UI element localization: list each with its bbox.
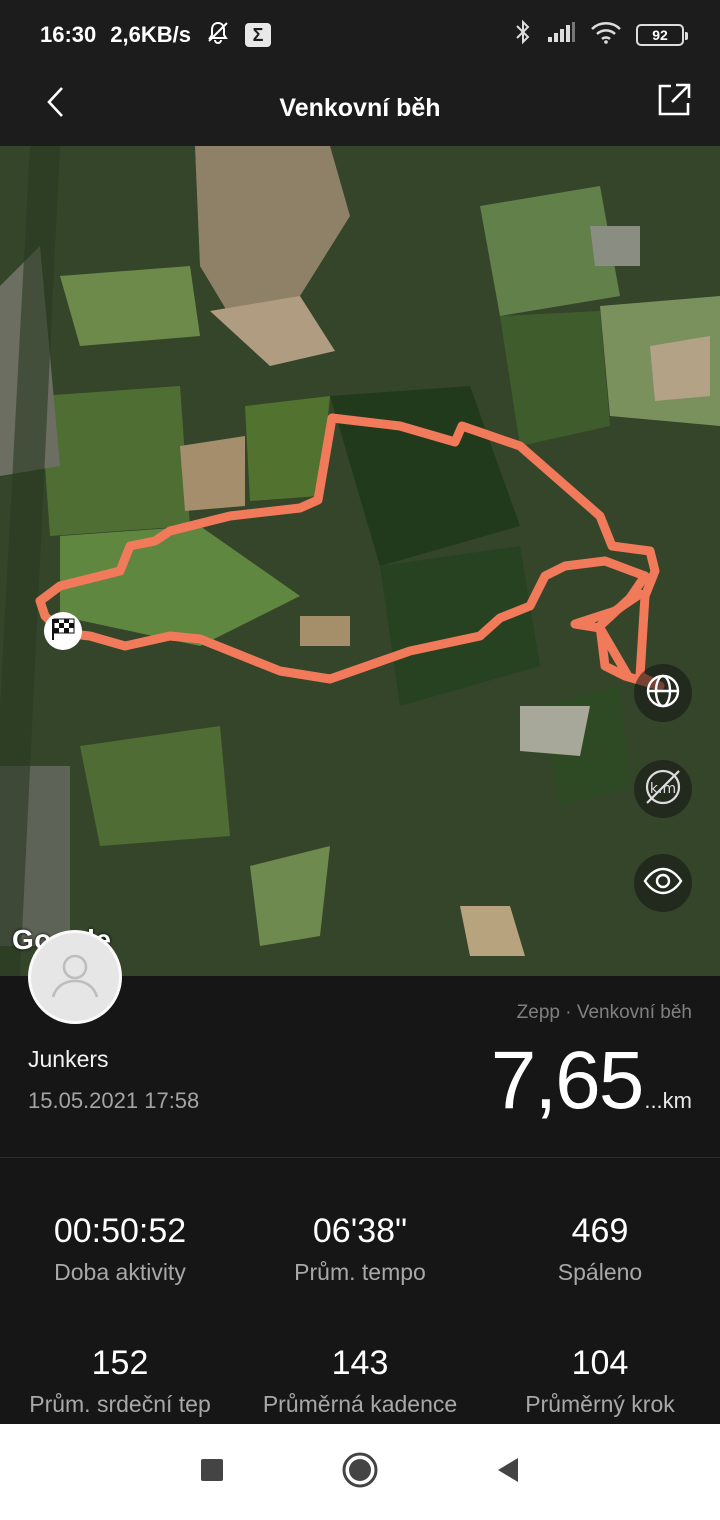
nav-back-button[interactable] — [482, 1446, 534, 1498]
view-toggle-button[interactable] — [634, 854, 692, 912]
stat-label: Prům. srdeční tep — [29, 1391, 211, 1417]
stat-label: Prům. tempo — [294, 1259, 426, 1285]
network-speed: 2,6KB/s — [110, 22, 191, 47]
recents-button[interactable] — [186, 1446, 238, 1498]
stat-label: Průměrná kadence — [262, 1391, 458, 1417]
map-type-button[interactable] — [634, 664, 692, 722]
stat-cadence: 143 Průměrná kadence — [240, 1344, 480, 1418]
stat-label: Spáleno — [557, 1259, 643, 1285]
stat-calories: 469 Spáleno — [480, 1212, 720, 1286]
distance-value: 7,65 — [490, 1035, 645, 1126]
square-icon — [200, 1458, 224, 1487]
stat-value: 143 — [331, 1344, 389, 1382]
checkered-flag-icon — [50, 617, 76, 646]
stats-grid: 00:50:52 Doba aktivity 06'38" Prům. temp… — [0, 1158, 720, 1424]
svg-text:k.m: k.m — [650, 781, 676, 797]
status-bar: 16:30 2,6KB/s Σ 92 — [0, 0, 720, 70]
eye-icon — [642, 866, 684, 901]
sigma-app-icon: Σ — [245, 23, 271, 47]
triangle-back-icon — [496, 1457, 520, 1488]
bell-muted-icon — [205, 19, 231, 51]
stat-heart-rate: 152 Prům. srdeční tep — [0, 1344, 240, 1418]
app-bar: Venkovní běh — [0, 70, 720, 146]
user-placeholder-icon — [45, 945, 105, 1010]
stat-value: 06'38" — [312, 1212, 408, 1250]
activity-summary: Junkers 15.05.2021 17:58 Zepp · Venkovní… — [0, 930, 720, 1158]
stat-stride: 104 Průměrný krok — [480, 1344, 720, 1418]
satellite-terrain — [0, 146, 720, 976]
stat-value: 152 — [91, 1344, 149, 1382]
battery-indicator: 92 — [636, 24, 688, 46]
stat-pace: 06'38" Prům. tempo — [240, 1212, 480, 1286]
km-markers-toggle-button[interactable]: k.m — [634, 760, 692, 818]
page-title: Venkovní běh — [279, 93, 441, 122]
stat-label: Doba aktivity — [54, 1259, 186, 1285]
circle-icon — [341, 1451, 379, 1494]
stat-value: 00:50:52 — [53, 1212, 187, 1250]
distance-display: 7,65 ...km — [491, 1034, 692, 1128]
avatar[interactable] — [28, 930, 122, 1024]
stat-value: 104 — [571, 1344, 629, 1382]
bluetooth-icon — [514, 19, 532, 51]
stat-value: 469 — [571, 1212, 629, 1250]
share-external-icon — [656, 82, 692, 123]
km-marker-off-icon: k.m — [641, 765, 685, 814]
system-nav-bar — [0, 1424, 720, 1520]
activity-source: Zepp · Venkovní běh — [516, 1002, 692, 1023]
globe-icon — [644, 672, 682, 715]
route-map[interactable]: k.m Google — [0, 146, 720, 976]
wifi-icon — [590, 20, 622, 50]
activity-date: 15.05.2021 17:58 — [28, 1088, 200, 1113]
finish-flag-marker[interactable] — [44, 612, 82, 650]
user-name: Junkers — [28, 1046, 109, 1072]
back-button[interactable] — [36, 84, 76, 124]
stat-label: Průměrný krok — [525, 1391, 675, 1417]
distance-unit: ...km — [644, 1088, 692, 1113]
share-button[interactable] — [654, 82, 694, 122]
chevron-left-icon — [44, 85, 68, 124]
status-time: 16:30 — [40, 22, 97, 47]
home-button[interactable] — [334, 1446, 386, 1498]
stat-duration: 00:50:52 Doba aktivity — [0, 1212, 240, 1286]
signal-icon — [546, 21, 576, 49]
